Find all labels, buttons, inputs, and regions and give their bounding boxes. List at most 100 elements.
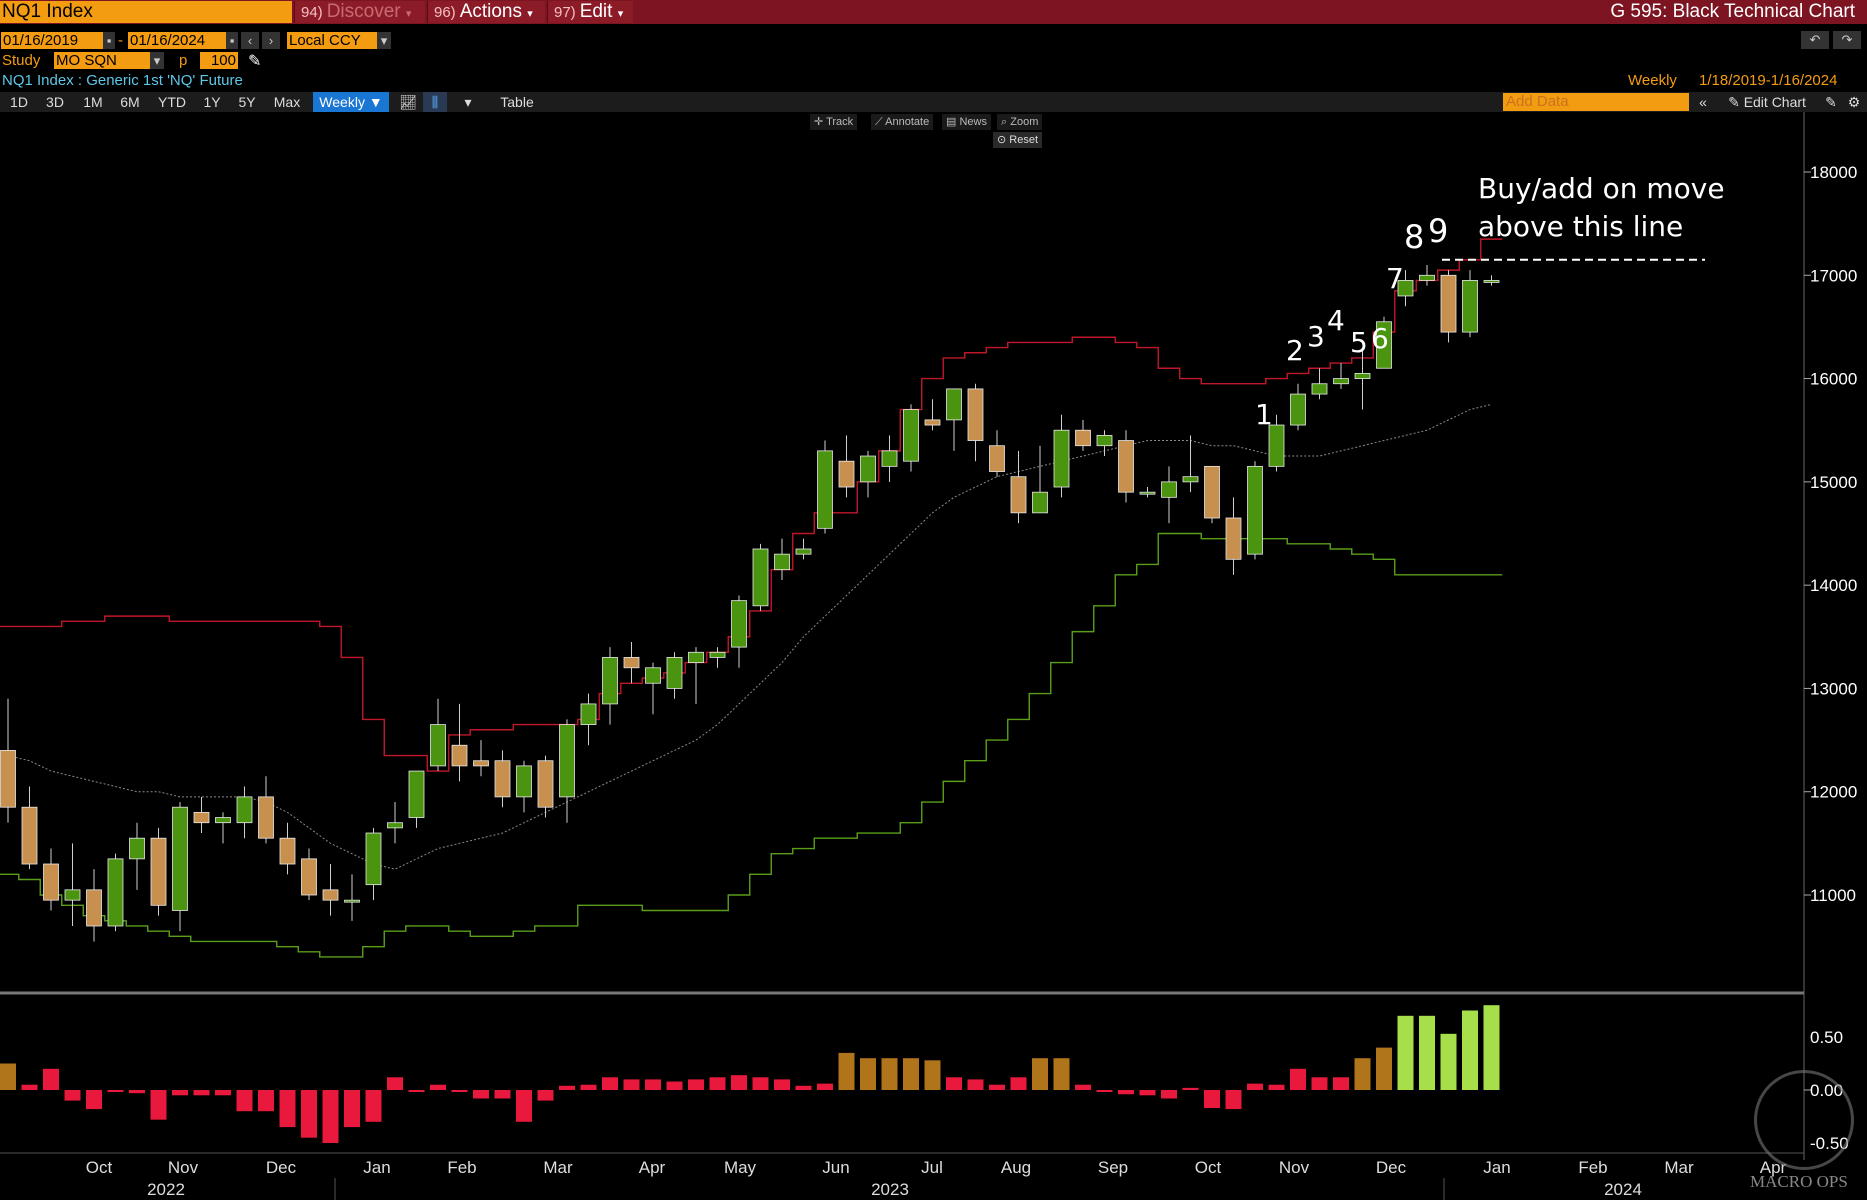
oscillator-bar [752, 1077, 769, 1090]
count-2: 2 [1286, 334, 1304, 367]
oscillator-bar [1053, 1058, 1070, 1090]
month-tick-label: Jan [1483, 1158, 1510, 1177]
oscillator-bar [688, 1079, 704, 1090]
month-tick-label: Oct [1195, 1158, 1222, 1177]
price-tick-label: 12000 [1810, 783, 1857, 802]
candle-body [387, 822, 403, 829]
price-tick-label: 17000 [1810, 266, 1857, 285]
candle-body [1247, 465, 1263, 555]
candle-body [1161, 481, 1177, 498]
year-tick-label: 2022 [147, 1180, 185, 1199]
oscillator-bar [1354, 1058, 1371, 1090]
month-tick-label: Dec [1376, 1158, 1407, 1177]
oscillator-bar [623, 1079, 640, 1090]
oscillator-bar [666, 1081, 683, 1090]
oscillator-bar [580, 1084, 597, 1090]
price-tick-label: 18000 [1810, 163, 1857, 182]
candle-body [129, 837, 145, 860]
price-tick-label: 11000 [1810, 886, 1856, 905]
oscillator-bar [1118, 1090, 1134, 1095]
oscillator-bar [150, 1090, 167, 1120]
oscillator-bar [838, 1052, 855, 1090]
candle-body [279, 837, 296, 865]
candle-body [1333, 378, 1349, 385]
month-tick-label: Mar [1664, 1158, 1694, 1177]
oscillator-bar [193, 1090, 210, 1096]
candle-body [451, 744, 468, 767]
count-8: 8 [1404, 218, 1425, 256]
candle-body [838, 460, 855, 488]
candle-body [688, 651, 704, 664]
oscillator-bar [1010, 1077, 1027, 1090]
candle-body [1075, 429, 1091, 447]
month-tick-label: May [724, 1158, 757, 1177]
oscillator-bar [451, 1090, 468, 1092]
candle-body [752, 548, 769, 607]
oscillator-bar [1204, 1090, 1220, 1109]
oscillator-bar [322, 1090, 339, 1143]
oscillator-bar [129, 1090, 145, 1094]
candle-body [473, 760, 489, 767]
candle-body [1053, 429, 1070, 488]
month-tick-label: Dec [266, 1158, 297, 1177]
oscillator-bar [924, 1060, 941, 1090]
candle-body [817, 450, 833, 529]
candle-body [0, 750, 16, 808]
oscillator-bar [967, 1079, 984, 1090]
oscillator-bar [1182, 1087, 1199, 1090]
count-1: 1 [1255, 398, 1273, 431]
candle-body [1032, 491, 1048, 514]
candle-body [709, 651, 726, 658]
count-6: 6 [1371, 322, 1389, 355]
oscillator-bar [1440, 1033, 1457, 1090]
candle-body [623, 657, 640, 669]
candle-body [172, 806, 188, 911]
candle-body [107, 858, 124, 927]
oscillator-bar [43, 1068, 59, 1090]
oscillator-bar [516, 1090, 532, 1122]
candle-body [258, 796, 274, 839]
oscillator-bar [107, 1090, 124, 1092]
candle-body [1483, 280, 1500, 283]
price-tick-label: 13000 [1810, 679, 1857, 698]
oscillator-bar [1290, 1068, 1306, 1090]
oscillator-bar [989, 1084, 1005, 1090]
month-tick-label: Nov [168, 1158, 199, 1177]
candle-body [967, 388, 984, 441]
month-tick-label: Nov [1279, 1158, 1310, 1177]
oscillator-bar [215, 1090, 231, 1096]
annotation-line1: Buy/add on move [1478, 172, 1725, 205]
oscillator-bar [21, 1084, 38, 1090]
oscillator-bar [344, 1090, 360, 1128]
month-tick-label: Feb [1578, 1158, 1607, 1177]
month-tick-label: Jan [363, 1158, 390, 1177]
oscillator-bar [1139, 1090, 1156, 1096]
oscillator-bar [1075, 1084, 1091, 1090]
candle-body [881, 450, 898, 467]
oscillator-bar [64, 1090, 81, 1101]
oscillator-bar [1483, 1005, 1500, 1090]
candle-body [193, 811, 210, 824]
oscillator-bar [473, 1090, 489, 1099]
oscillator-bar [1311, 1077, 1328, 1090]
price-tick-label: 15000 [1810, 473, 1857, 492]
count-3: 3 [1307, 320, 1325, 353]
oscillator-bar [172, 1090, 188, 1096]
candle-body [64, 889, 81, 901]
month-tick-label: Jun [822, 1158, 849, 1177]
candle-body [946, 388, 962, 421]
candle-body [666, 657, 683, 689]
candle-body [494, 760, 511, 798]
count-9: 9 [1428, 212, 1449, 250]
annotation-line2: above this line [1478, 210, 1684, 243]
price-tick-label: 16000 [1810, 370, 1857, 389]
oscillator-bar [494, 1090, 511, 1099]
oscillator-bar [365, 1090, 382, 1122]
candle-body [21, 806, 38, 865]
candle-body [860, 455, 876, 483]
candle-body [989, 445, 1005, 472]
oscillator-bar [1419, 1015, 1435, 1090]
oscillator-bar [236, 1090, 253, 1112]
oscillator-bar [709, 1077, 726, 1090]
watermark-text: MACRO OPS [1750, 1172, 1848, 1191]
